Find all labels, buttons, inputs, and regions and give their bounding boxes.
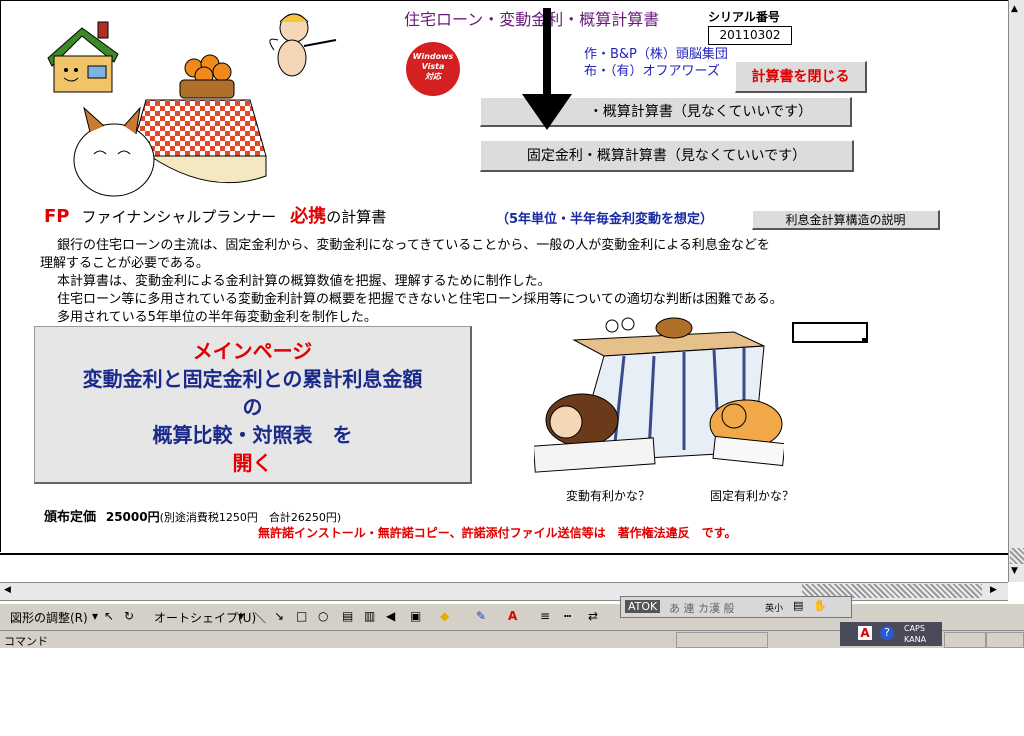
- line-color-icon[interactable]: ✎: [476, 609, 486, 623]
- serial-number-field[interactable]: 20110302: [708, 26, 792, 45]
- fill-color-icon[interactable]: ◆: [440, 609, 449, 623]
- wordart-icon[interactable]: ◀: [386, 609, 395, 623]
- intro-heading: FP ファイナンシャルプランナー 必携の計算書: [44, 202, 386, 228]
- down-arrow-icon: [522, 8, 572, 130]
- arrow-tool-icon[interactable]: ↘: [274, 609, 284, 623]
- vertical-scrollbar[interactable]: ▲ ▼: [1008, 0, 1024, 582]
- atok-ime-bar: ATOK あ 連 カ漢 般 英小 ▤ ✋: [620, 596, 852, 618]
- status-panel-2: [944, 632, 986, 648]
- ime-tray: A ? CAPS KANA: [840, 622, 942, 646]
- close-calculator-button[interactable]: 計算書を閉じる: [735, 61, 867, 93]
- interest-structure-button[interactable]: 利息金計算構造の説明: [752, 210, 940, 230]
- fixed-rate-calc-button[interactable]: 固定金利・概算計算書（見なくていいです）: [480, 140, 854, 172]
- select-pointer-icon[interactable]: ↖: [104, 609, 114, 623]
- main-line5: 開く: [232, 451, 273, 475]
- planner-label: ファイナンシャルプランナー: [81, 208, 277, 226]
- scroll-down-icon[interactable]: ▼: [1011, 566, 1018, 576]
- atok-hand-icon[interactable]: ✋: [813, 599, 827, 612]
- atok-menu-icon[interactable]: ▤: [793, 599, 803, 612]
- main-line2: 変動金利と固定金利との累計利息金額: [82, 367, 423, 391]
- serial-label: シリアル番号: [708, 10, 780, 24]
- rotate-icon[interactable]: ↻: [124, 609, 134, 623]
- status-panel-3: [986, 632, 1024, 648]
- help-icon[interactable]: ?: [880, 626, 894, 640]
- main-line3: の: [242, 395, 263, 419]
- scroll-right-icon[interactable]: ▶: [990, 585, 997, 595]
- variable-advantage-question: 変動有利かな？: [566, 489, 651, 503]
- intro-paragraph-4: 住宅ローン等に多用されている変動金利計算の概要を把握できないと住宅ローン採用等に…: [44, 292, 783, 307]
- vista-badge-line3: 対応: [425, 72, 441, 81]
- kotatsu-people-illustration: [534, 317, 784, 473]
- status-mode: コマンド: [4, 635, 48, 648]
- scroll-up-icon[interactable]: ▲: [1011, 4, 1018, 14]
- clipart-icon[interactable]: ▣: [410, 609, 421, 623]
- textbox-tool-icon[interactable]: ▤: [342, 609, 353, 623]
- sheet-top-border: [0, 0, 1008, 1]
- house-illustration: [47, 21, 119, 93]
- atok-modes[interactable]: あ 連 カ漢 般: [669, 600, 735, 616]
- main-line1: メインページ: [192, 339, 313, 363]
- open-main-page-button[interactable]: メインページ 変動金利と固定金利との累計利息金額 の 概算比較・対照表 を 開く: [34, 326, 472, 484]
- line-style-icon[interactable]: ≡: [540, 609, 550, 623]
- atok-size[interactable]: 英小: [765, 601, 783, 614]
- horizontal-scrollbar[interactable]: ◀ ▶: [0, 582, 1008, 601]
- intro-paragraph-3: 本計算書は、変動金利による金利計算の概算数値を把握、理解するために制作した。: [44, 274, 551, 289]
- vista-badge-line2: Vista: [421, 62, 445, 71]
- vista-badge-line1: Windows: [412, 52, 454, 61]
- fill-handle[interactable]: [862, 338, 867, 343]
- split-handle[interactable]: [1010, 548, 1024, 564]
- vertical-textbox-icon[interactable]: ▥: [364, 609, 375, 623]
- rectangle-tool-icon[interactable]: □: [296, 609, 307, 623]
- windows-vista-badge: Windows Vista 対応: [406, 42, 460, 96]
- hikkei-label: 必携: [290, 206, 327, 227]
- adjust-dropdown-icon[interactable]: ▾: [92, 609, 98, 623]
- orange-basket-illustration: [179, 54, 235, 99]
- dash-style-icon[interactable]: ┅: [564, 609, 571, 623]
- intro-paragraph-2: 理解することが必要である。: [40, 256, 209, 271]
- cupid-illustration: [269, 13, 337, 77]
- price-label: 頒布定価: [44, 510, 97, 525]
- copyright-warning: 無許諾インストール・無許諾コピー、許諾添付ファイル送信等は 著作権法違反 です。: [258, 526, 737, 540]
- arrow-style-icon[interactable]: ⇄: [588, 609, 598, 623]
- atok-logo: ATOK: [625, 600, 661, 613]
- caps-indicator: CAPS: [904, 624, 925, 633]
- credit-producer: 作・B&P（株）頭脳集団: [584, 47, 728, 62]
- status-panel-1: [676, 632, 768, 648]
- intro-paragraph-1: 銀行の住宅ローンの主流は、固定金利から、変動金利になってきていることから、一般の…: [44, 238, 770, 253]
- price-note: (別途消費税1250円 合計26250円): [159, 511, 342, 524]
- kana-indicator: KANA: [904, 635, 927, 644]
- main-line4: 概算比較・対照表 を: [152, 423, 353, 447]
- price-line: 頒布定価 25000円(別途消費税1250円 合計26250円): [44, 506, 341, 525]
- fixed-advantage-question: 固定有利かな？: [710, 489, 795, 503]
- ellipse-tool-icon[interactable]: ○: [318, 609, 328, 623]
- price-amount: 25000円: [105, 510, 160, 524]
- adobe-icon[interactable]: A: [858, 626, 872, 640]
- rate-note: （5年単位・半年毎金利変動を想定）: [496, 212, 714, 227]
- autoshape-dropdown-icon[interactable]: ▾: [238, 609, 244, 623]
- intro-paragraph-5: 多用されている5年単位の半年毎変動金利を制作した。: [44, 310, 377, 325]
- line-tool-icon[interactable]: ＼: [254, 609, 266, 626]
- credits: 作・B&P（株）頭脳集団 布・（有）オフアワーズ: [584, 46, 728, 80]
- adjust-shapes-menu[interactable]: 図形の調整(R): [10, 609, 88, 626]
- calc-label: の計算書: [326, 208, 387, 226]
- cat-kotatsu-illustration: [73, 99, 267, 197]
- selected-cell[interactable]: [792, 322, 868, 343]
- scroll-left-icon[interactable]: ◀: [4, 585, 11, 595]
- fp-label: FP: [44, 206, 70, 227]
- font-color-icon[interactable]: A: [508, 609, 517, 623]
- sheet-bottom-border: [0, 553, 1008, 555]
- credit-distributor: 布・（有）オフアワーズ: [584, 64, 720, 79]
